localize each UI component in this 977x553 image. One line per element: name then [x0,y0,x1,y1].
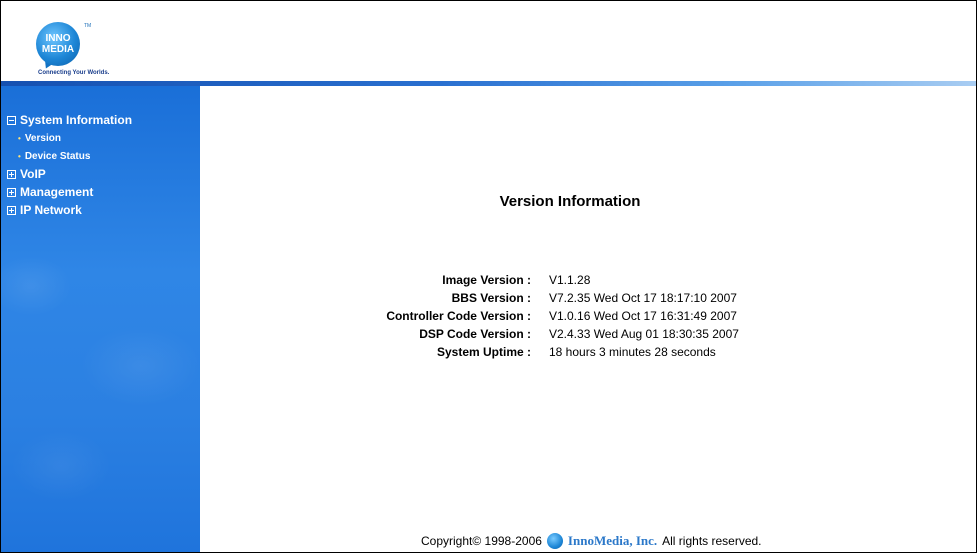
footer: Copyright© 1998-2006 InnoMedia, Inc. All… [421,533,762,549]
sidebar-item-management[interactable]: Management [7,183,132,201]
info-value: 18 hours 3 minutes 28 seconds [549,345,716,359]
sidebar: System Information • Version • Device St… [1,86,200,552]
expand-icon[interactable] [7,205,16,215]
info-value: V1.0.16 Wed Oct 17 16:31:49 2007 [549,309,737,323]
company-name: InnoMedia, Inc. [567,533,658,548]
logo-bubble: INNO MEDIA [36,22,80,66]
info-label: Image Version : [442,273,531,287]
logo-text-inno: INNO [45,33,71,44]
header: INNO MEDIA TM Connecting Your Worlds. [1,1,976,86]
sidebar-nav: System Information • Version • Device St… [7,111,132,219]
bullet-icon: • [18,151,21,161]
sidebar-subitem-label: Version [24,132,61,144]
sidebar-item-label: System Information [20,113,133,127]
info-label: Controller Code Version : [386,309,531,323]
innomedia-mini-logo-icon [546,533,563,549]
logo-text-media: MEDIA [41,44,75,55]
info-label: BBS Version : [451,291,531,305]
info-label: System Uptime : [436,345,531,359]
sidebar-subitem-device-status[interactable]: • Device Status [7,147,132,165]
version-info-table: Image Version : V1.1.28 BBS Version : V7… [200,271,976,361]
expand-icon[interactable] [7,187,16,197]
info-row-image-version: Image Version : V1.1.28 [200,271,976,289]
sidebar-item-system-information[interactable]: System Information [7,111,132,129]
rights-text: All rights reserved. [662,534,762,548]
copyright-text: Copyright© 1998-2006 [421,534,542,548]
sidebar-item-label: IP Network [20,203,82,217]
info-value: V7.2.35 Wed Oct 17 18:17:10 2007 [549,291,737,305]
browser-page: INNO MEDIA TM Connecting Your Worlds. Sy… [0,0,977,553]
expand-icon[interactable] [7,169,16,179]
page-title: Version Information [499,193,641,210]
sidebar-subitem-version[interactable]: • Version [7,129,132,147]
main-content: Version Information Image Version : V1.1… [200,86,976,552]
info-row-bbs-version: BBS Version : V7.2.35 Wed Oct 17 18:17:1… [200,289,976,307]
info-row-dsp-code-version: DSP Code Version : V2.4.33 Wed Aug 01 18… [200,325,976,343]
sidebar-item-voip[interactable]: VoIP [7,165,132,183]
info-label: DSP Code Version : [419,327,531,341]
sidebar-item-label: Management [20,185,94,199]
info-row-system-uptime: System Uptime : 18 hours 3 minutes 28 se… [200,343,976,361]
sidebar-item-ip-network[interactable]: IP Network [7,201,132,219]
sidebar-item-label: VoIP [20,167,46,181]
info-row-controller-code-version: Controller Code Version : V1.0.16 Wed Oc… [200,307,976,325]
sidebar-subitem-label: Device Status [24,150,91,162]
info-value: V1.1.28 [549,273,591,287]
logo-trademark: TM [84,23,92,29]
bullet-icon: • [18,133,21,143]
collapse-icon[interactable] [7,115,16,125]
logo-tagline: Connecting Your Worlds. [38,70,110,76]
info-value: V2.4.33 Wed Aug 01 18:30:35 2007 [549,327,739,341]
innomedia-logo: INNO MEDIA TM Connecting Your Worlds. [6,7,176,81]
